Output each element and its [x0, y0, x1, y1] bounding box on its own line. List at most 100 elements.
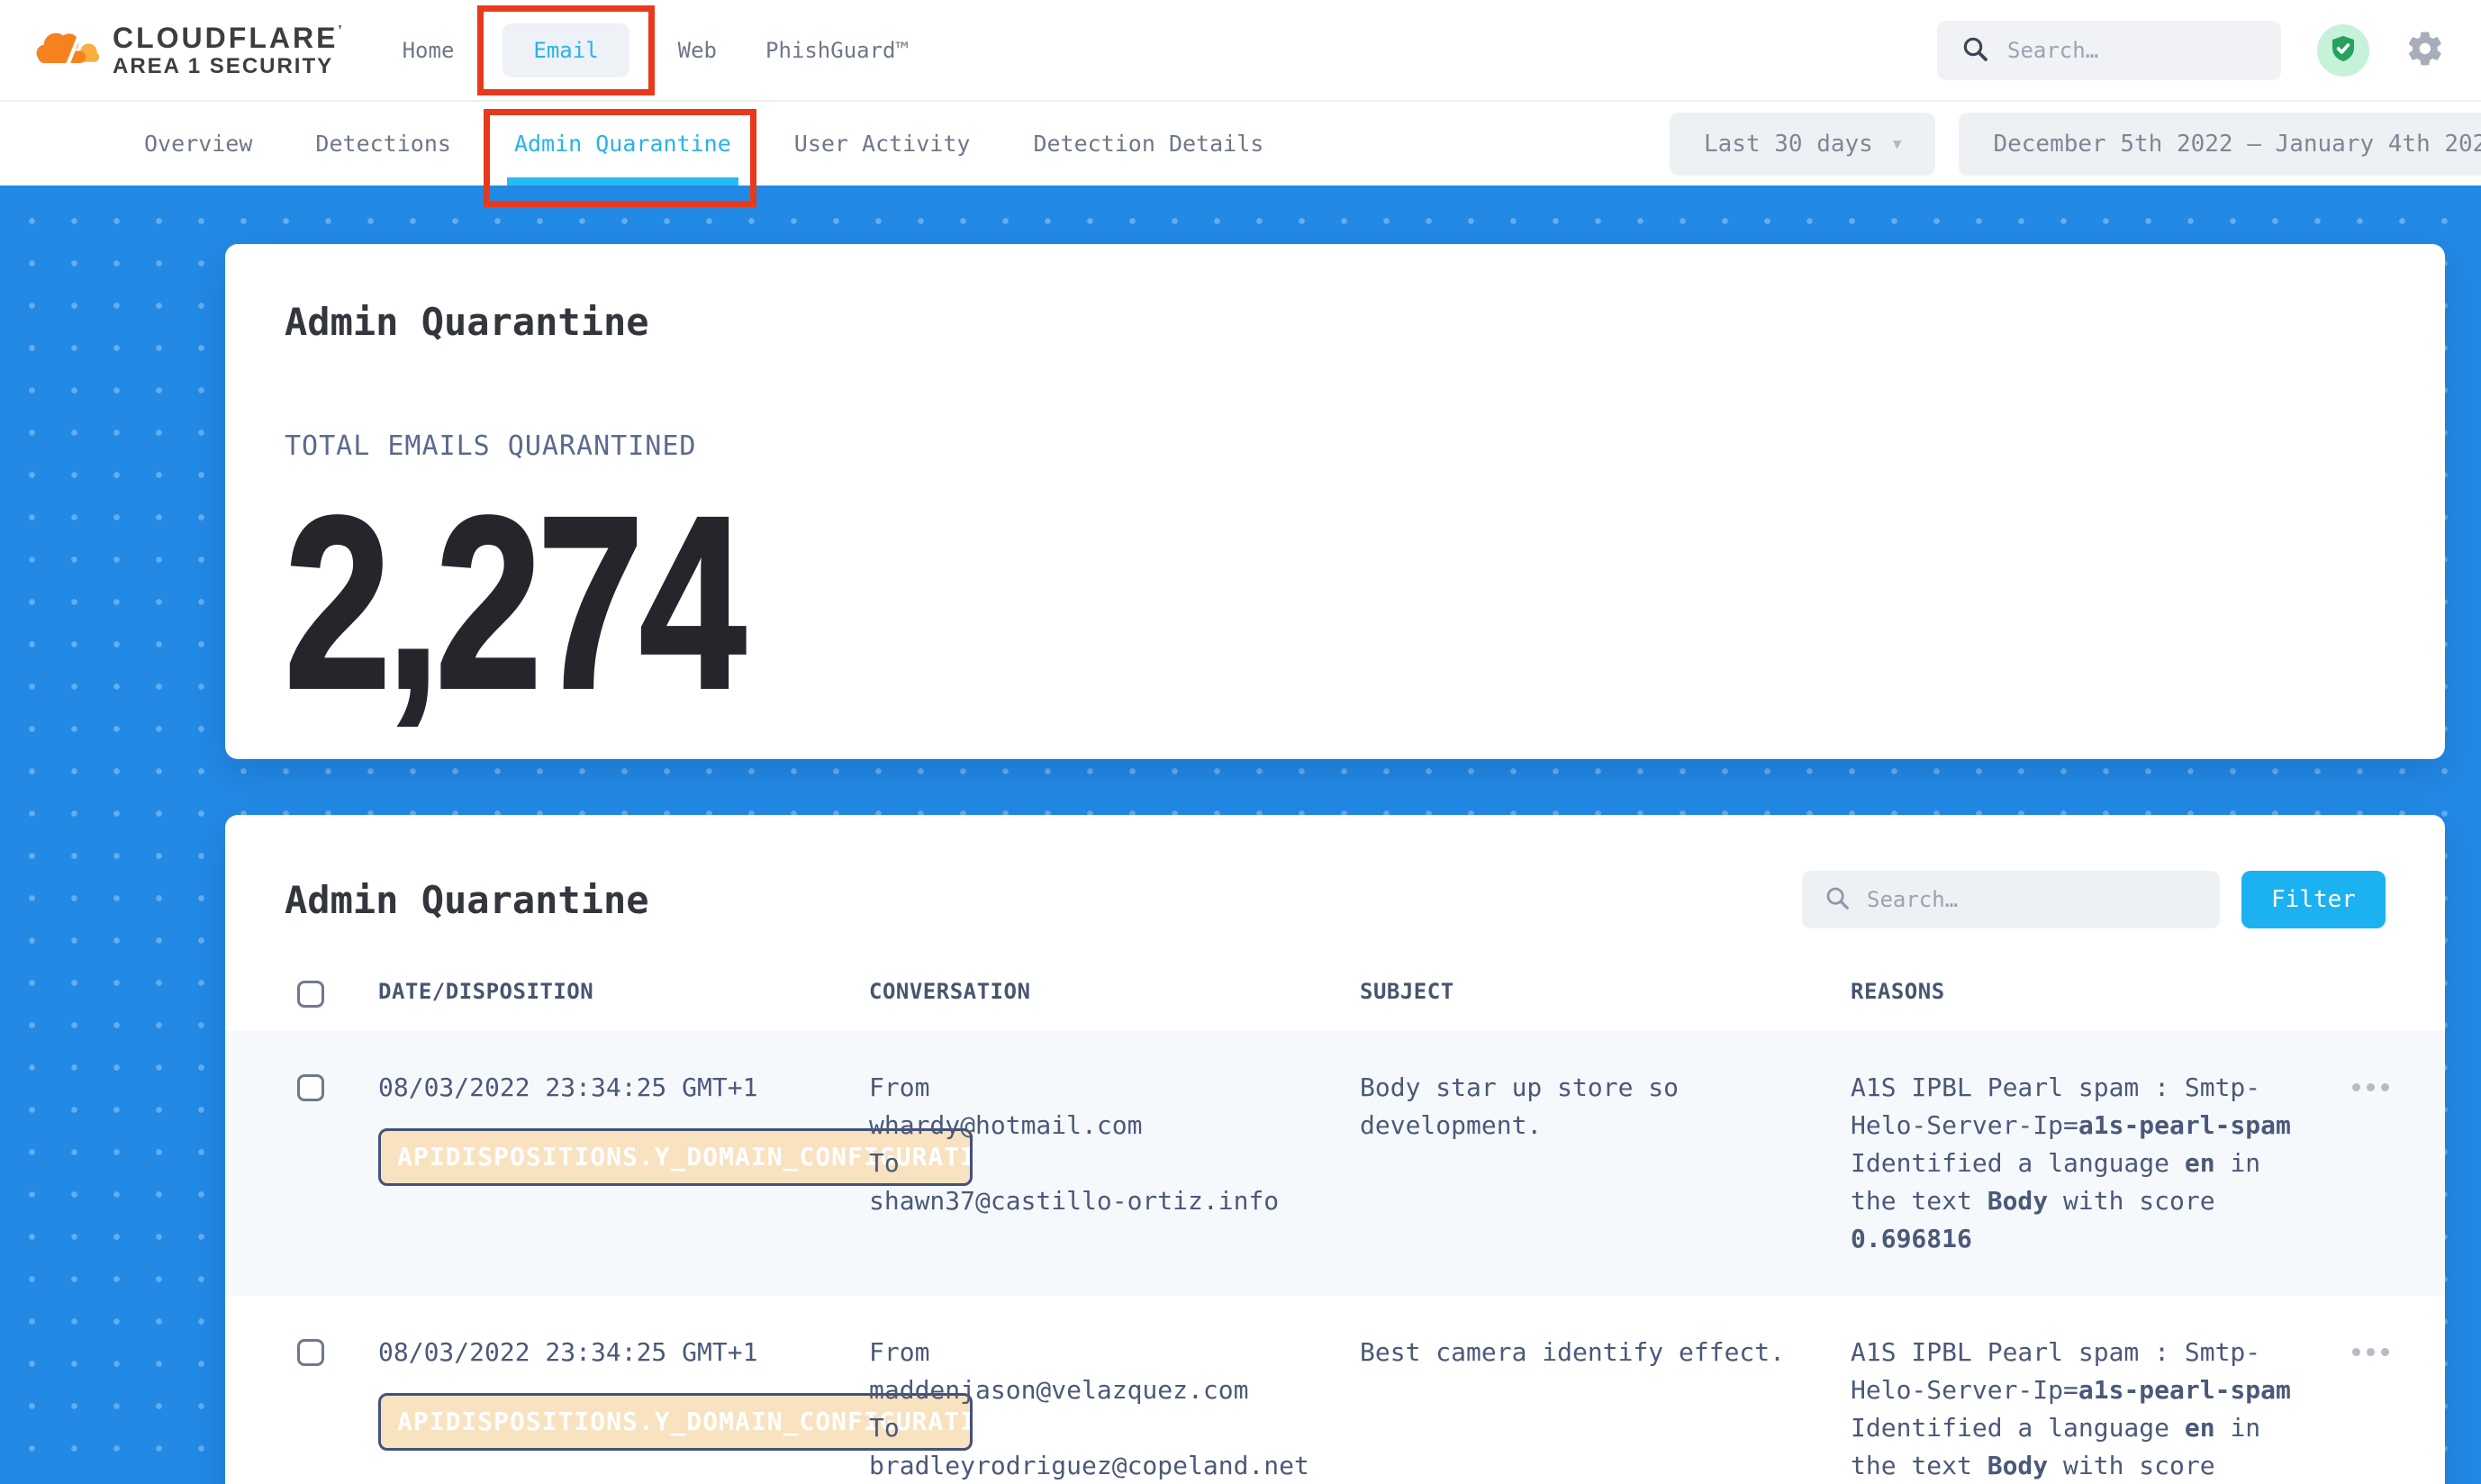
page: CLOUDFLARE’ AREA 1 SECURITY Home Email Web… [0, 0, 2481, 1484]
nav-item-wrap: Home [403, 38, 455, 63]
cloudflare-logo[interactable]: CLOUDFLARE’ AREA 1 SECURITY [32, 23, 345, 77]
menu-dot-icon [2381, 1348, 2389, 1356]
menu-dot-icon [2352, 1083, 2360, 1091]
brand-name: CLOUDFLARE’ [113, 23, 345, 52]
column-header-subject: SUBJECT [1360, 979, 1851, 1004]
table-header-row: DATE/DISPOSITIONCONVERSATIONSUBJECTREASO… [225, 928, 2445, 1031]
row-conversation-cell: Frommaddenjason@velazquez.comTobradleyro… [869, 1334, 1360, 1484]
nav-item-web[interactable]: Web [678, 38, 717, 63]
top-header: CLOUDFLARE’ AREA 1 SECURITY Home Email Web… [0, 0, 2481, 100]
reason-segment: en [2185, 1413, 2215, 1443]
nav-item-email[interactable]: Email [503, 23, 629, 77]
shield-check-icon [2328, 33, 2359, 68]
active-tab-underline [507, 177, 738, 186]
conversation-from-label: From [869, 1069, 1360, 1107]
primary-nav: Home Email Web PhishGuard™ [403, 23, 909, 77]
row-reasons: A1S IPBL Pearl spam : Smtp-Helo-Server-I… [1851, 1334, 2305, 1484]
menu-dot-icon [2367, 1083, 2375, 1091]
date-range-selector-label: Last 30 days [1704, 131, 1873, 158]
summary-card-title: Admin Quarantine [285, 244, 2445, 344]
row-checkbox[interactable] [297, 1074, 324, 1101]
select-all-cell [297, 975, 378, 1008]
row-reasons: A1S IPBL Pearl spam : Smtp-Helo-Server-I… [1851, 1069, 2305, 1258]
global-search[interactable] [1937, 21, 2281, 80]
nav-item-wrap: Email [503, 23, 629, 77]
row-select-cell [297, 1334, 378, 1484]
filter-button[interactable]: Filter [2241, 871, 2386, 928]
subnav-right: Last 30 days ▼ December 5th 2022 — Janua… [1670, 113, 2481, 176]
tab-wrap: Admin Quarantine [514, 102, 731, 186]
table-search[interactable] [1802, 871, 2220, 928]
row-subject: Body star up store so development. [1360, 1069, 1851, 1258]
logo-text: CLOUDFLARE’ AREA 1 SECURITY [113, 23, 345, 77]
date-range-text: December 5th 2022 — January 4th 2023 [1993, 131, 2481, 158]
row-date-cell: 08/03/2022 23:34:25 GMT+1APIDISPOSITIONS… [378, 1334, 869, 1484]
quarantine-card-header: Admin Quarantine Filter [225, 815, 2445, 928]
chevron-down-icon: ▼ [1893, 135, 1902, 152]
gear-icon [2405, 29, 2445, 72]
conversation-to-address: shawn37@castillo-ortiz.info [869, 1182, 1360, 1220]
row-menu-button[interactable] [2352, 1083, 2445, 1091]
row-conversation-cell: Fromwhardy@hotmail.comToshawn37@castillo… [869, 1069, 1360, 1258]
row-date: 08/03/2022 23:34:25 GMT+1 [378, 1069, 869, 1107]
secondary-nav: Overview Detections Admin Quarantine User A… [0, 100, 2481, 186]
nav-item-home[interactable]: Home [403, 38, 455, 63]
global-search-input[interactable] [2006, 37, 2258, 64]
conversation-to-label: To [869, 1145, 1360, 1182]
brand-subtitle: AREA 1 SECURITY [113, 56, 345, 77]
quarantine-card-title: Admin Quarantine [285, 878, 1802, 922]
metric-label: TOTAL EMAILS QUARANTINED [285, 430, 2445, 462]
menu-dot-icon [2381, 1083, 2389, 1091]
nav-item-wrap: PhishGuard™ [765, 38, 909, 63]
table-row: 08/03/2022 23:34:25 GMT+1APIDISPOSITIONS… [225, 1031, 2445, 1296]
date-range-display[interactable]: December 5th 2022 — January 4th 2023 [1959, 113, 2481, 176]
row-menu-cell [2305, 1069, 2445, 1258]
content-area: Admin Quarantine TOTAL EMAILS QUARANTINE… [0, 186, 2481, 1484]
column-header-reasons: REASONS [1851, 979, 2305, 1004]
nav-item-phishguard[interactable]: PhishGuard™ [765, 38, 909, 63]
conversation-from-address: whardy@hotmail.com [869, 1107, 1360, 1145]
conversation-from-address: maddenjason@velazquez.com [869, 1371, 1360, 1409]
row-subject: Best camera identify effect. [1360, 1334, 1851, 1484]
tab-detections[interactable]: Detections [315, 131, 451, 157]
row-menu-button[interactable] [2352, 1348, 2445, 1356]
row-select-cell [297, 1069, 378, 1258]
search-icon [1824, 884, 1851, 915]
menu-dot-icon [2352, 1348, 2360, 1356]
quarantine-card: Admin Quarantine Filter DATE/DISPOS [225, 815, 2445, 1484]
protection-status-badge[interactable] [2317, 24, 2369, 77]
table-search-input[interactable] [1865, 886, 2198, 913]
tab-admin-quarantine[interactable]: Admin Quarantine [514, 131, 731, 157]
trademark-mark: ’ [338, 23, 344, 38]
table-row: 08/03/2022 23:34:25 GMT+1APIDISPOSITIONS… [225, 1296, 2445, 1484]
tab-bar: Overview Detections Admin Quarantine User A… [144, 102, 1263, 186]
row-checkbox[interactable] [297, 1339, 324, 1366]
tab-wrap: User Activity [794, 102, 971, 186]
tab-wrap: Detections [315, 102, 451, 186]
reason-segment: a1s-pearl-spam [2078, 1110, 2291, 1140]
reason-segment: Identified a language [1851, 1413, 2185, 1443]
header-right [1937, 21, 2445, 80]
date-range-selector[interactable]: Last 30 days ▼ [1670, 113, 1935, 176]
settings-button[interactable] [2405, 29, 2445, 72]
row-date-cell: 08/03/2022 23:34:25 GMT+1APIDISPOSITIONS… [378, 1069, 869, 1258]
reason-segment: Body [1988, 1186, 2048, 1216]
conversation-to-label: To [869, 1409, 1360, 1447]
metric-value: 2,274 [285, 480, 1969, 725]
row-date: 08/03/2022 23:34:25 GMT+1 [378, 1334, 869, 1371]
table-body: 08/03/2022 23:34:25 GMT+1APIDISPOSITIONS… [225, 1031, 2445, 1484]
nav-item-wrap: Web [678, 38, 717, 63]
menu-dot-icon [2367, 1348, 2375, 1356]
reason-segment: with score [2048, 1186, 2214, 1216]
select-all-checkbox[interactable] [297, 981, 324, 1008]
reason-segment: a1s-pearl-spam [2078, 1375, 2291, 1405]
column-header-conversation: CONVERSATION [869, 979, 1360, 1004]
tab-user-activity[interactable]: User Activity [794, 131, 971, 157]
reason-segment: en [2185, 1148, 2215, 1178]
row-menu-cell [2305, 1334, 2445, 1484]
summary-card: Admin Quarantine TOTAL EMAILS QUARANTINE… [225, 244, 2445, 759]
tab-wrap: Detection Details [1033, 102, 1263, 186]
tab-detection-details[interactable]: Detection Details [1033, 131, 1263, 157]
conversation-from-label: From [869, 1334, 1360, 1371]
tab-overview[interactable]: Overview [144, 131, 252, 157]
